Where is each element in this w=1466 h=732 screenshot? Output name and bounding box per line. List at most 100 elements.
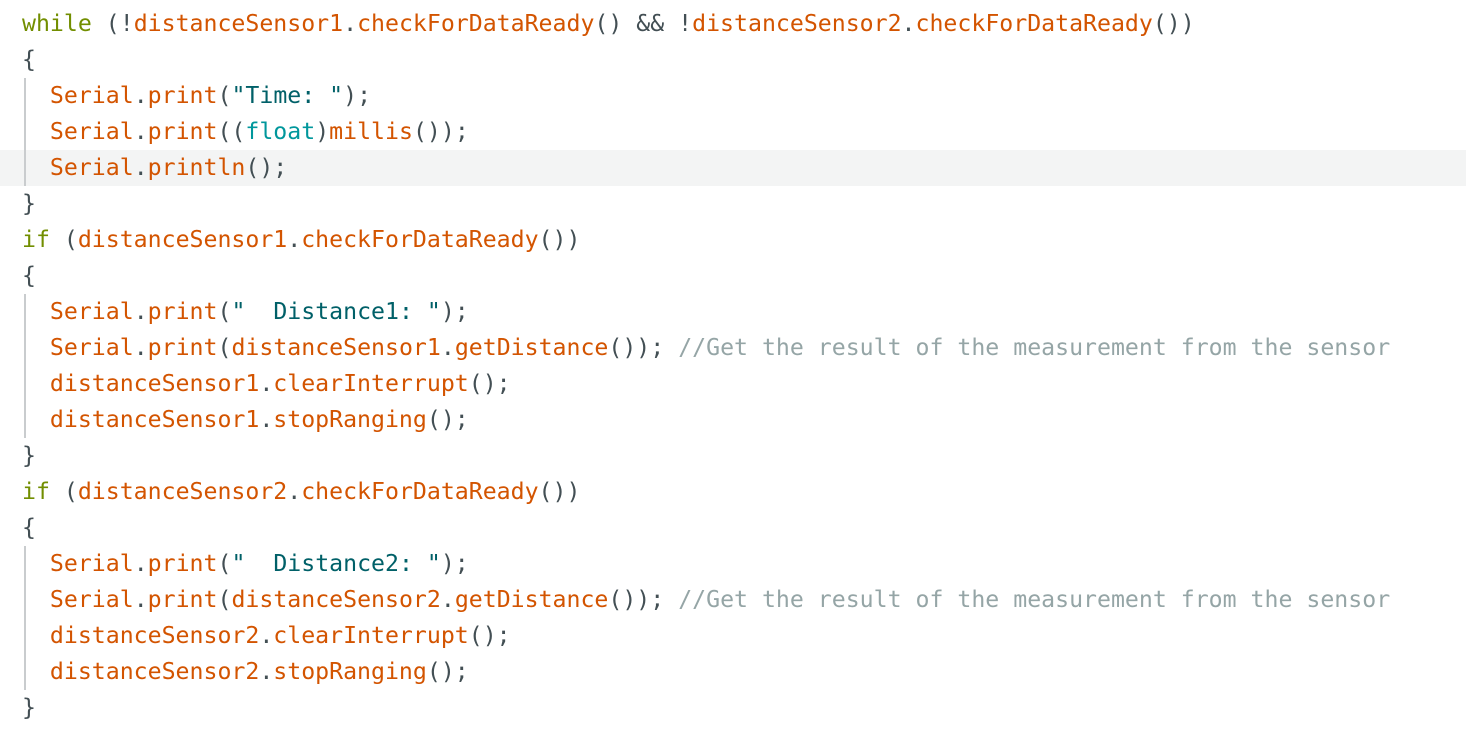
code-token-ident: Serial [49,118,134,145]
code-token-ident: Serial [49,586,134,613]
code-token-plain: ); [440,550,469,577]
code-line[interactable]: distanceSensor2.stopRanging(); [0,654,1466,690]
code-token-plain: } [22,190,36,217]
code-line[interactable]: if (distanceSensor2.checkForDataReady()) [0,474,1466,510]
code-editor-viewport[interactable]: while (!distanceSensor1.checkForDataRead… [0,0,1466,732]
code-token-punc: . [133,82,148,109]
code-token-func: print [147,586,218,613]
code-token-str: " Distance2: " [231,550,441,577]
code-token-plain: ); [440,298,469,325]
code-token-plain: ( [49,478,78,505]
code-token-punc: . [901,10,916,37]
code-token-ident: distanceSensor2 [49,622,260,649]
code-token-punc: . [133,118,148,145]
code-line[interactable]: { [0,510,1466,546]
code-line[interactable]: Serial.print("Time: "); [0,78,1466,114]
code-token-plain: ( [217,334,232,361]
code-token-plain: ()); [608,334,679,361]
code-token-plain: } [22,694,36,721]
code-token-func: millis [329,118,413,145]
code-token-punc: . [287,478,302,505]
code-token-plain: { [22,514,36,541]
code-token-plain: () && [594,10,679,37]
code-line[interactable]: Serial.println(); [0,150,1466,186]
code-token-punc: . [343,10,358,37]
code-token-ident: Serial [49,334,134,361]
code-token-plain: (( [217,118,246,145]
code-token-ident: distanceSensor1 [49,370,260,397]
code-token-ident: distanceSensor1 [133,10,344,37]
code-line[interactable]: Serial.print(distanceSensor1.getDistance… [0,330,1466,366]
code-line[interactable]: } [0,690,1466,726]
code-token-punc: . [259,622,274,649]
code-token-ident: distanceSensor1 [49,406,260,433]
code-token-func: print [147,298,218,325]
code-token-plain: { [22,262,36,289]
code-line[interactable]: } [0,438,1466,474]
code-token-plain: (); [426,406,469,433]
code-token-plain: ()) [1152,10,1195,37]
code-token-plain: ); [343,82,372,109]
code-token-plain: ) [315,118,330,145]
code-line[interactable]: distanceSensor1.clearInterrupt(); [0,366,1466,402]
code-token-punc: . [440,586,455,613]
code-token-plain: (); [245,154,288,181]
code-token-ident: Serial [49,82,134,109]
code-line[interactable]: Serial.print(" Distance2: "); [0,546,1466,582]
code-token-plain: ()); [608,586,679,613]
code-line[interactable]: distanceSensor1.stopRanging(); [0,402,1466,438]
code-token-plain: ()) [538,478,581,505]
code-line[interactable]: distanceSensor2.clearInterrupt(); [0,618,1466,654]
code-line[interactable]: while (!distanceSensor1.checkForDataRead… [0,6,1466,42]
code-token-plain: ( [217,550,232,577]
code-token-punc: . [440,334,455,361]
code-token-punc: . [133,154,148,181]
code-token-plain: ()); [412,118,469,145]
code-token-comment: //Get the result of the measurement from… [678,586,1391,613]
code-line[interactable]: { [0,258,1466,294]
code-token-punc: . [287,226,302,253]
code-token-plain: ( [217,82,232,109]
code-token-plain: (); [468,370,511,397]
code-token-str: " Distance1: " [231,298,441,325]
code-token-func: clearInterrupt [273,622,469,649]
code-token-ident: distanceSensor1 [231,334,441,361]
code-line[interactable]: { [0,42,1466,78]
code-token-func: stopRanging [273,658,427,685]
code-token-func: print [147,82,218,109]
code-token-plain: ( [91,10,120,37]
code-token-type: float [245,118,316,145]
code-token-func: checkForDataReady [357,10,595,37]
code-line[interactable]: } [0,186,1466,222]
code-token-plain: ()) [538,226,581,253]
code-token-plain: ( [217,298,232,325]
code-token-ident: Serial [49,550,134,577]
code-line[interactable]: Serial.print(" Distance1: "); [0,294,1466,330]
code-line[interactable]: if (distanceSensor1.checkForDataReady()) [0,222,1466,258]
code-line[interactable]: Serial.print(distanceSensor2.getDistance… [0,582,1466,618]
code-line-list[interactable]: while (!distanceSensor1.checkForDataRead… [0,6,1466,726]
code-token-func: checkForDataReady [301,226,539,253]
code-token-kw: if [22,226,50,253]
code-token-func: stopRanging [273,406,427,433]
code-line[interactable]: Serial.print((float)millis()); [0,114,1466,150]
code-token-ident: distanceSensor2 [77,478,288,505]
code-token-punc: ! [678,10,693,37]
code-token-func: getDistance [454,586,609,613]
code-token-punc: . [133,586,148,613]
code-token-func: checkForDataReady [301,478,539,505]
code-token-plain: } [22,442,36,469]
code-token-str: "Time: " [231,82,344,109]
code-token-ident: distanceSensor2 [692,10,902,37]
code-token-plain: ( [217,586,232,613]
code-token-func: print [147,334,218,361]
